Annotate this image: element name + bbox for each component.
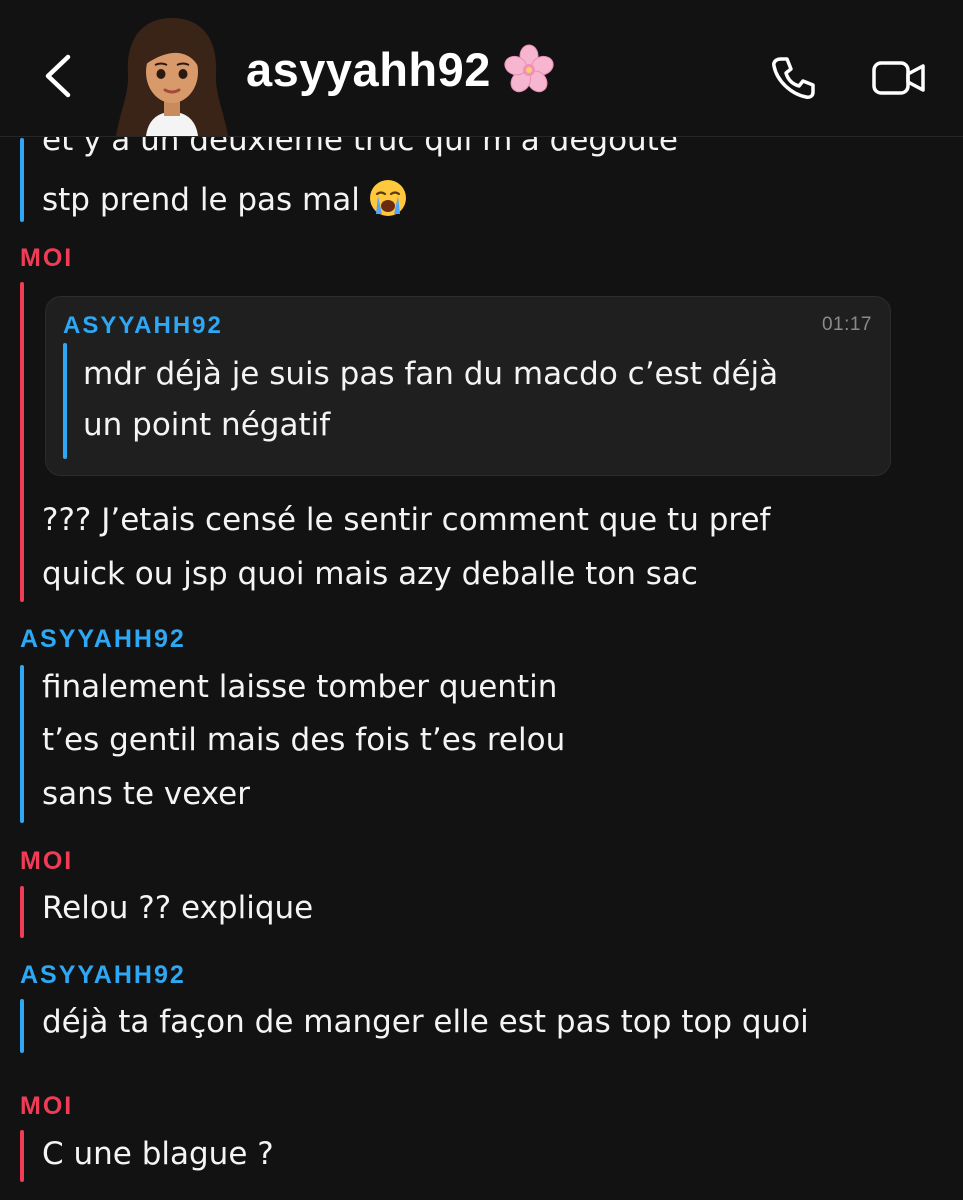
avatar[interactable] [112, 12, 232, 136]
message-bar-me [20, 1130, 24, 1182]
message-line: quick ou jsp quoi mais azy deballe ton s… [42, 556, 698, 592]
quoted-line: un point négatif [83, 407, 331, 443]
video-camera-icon [872, 61, 925, 95]
message-bar-me [20, 282, 24, 602]
quoted-line: mdr déjà je suis pas fan du macdo c’est … [83, 356, 779, 392]
message-line: déjà ta façon de manger elle est pas top… [42, 1004, 809, 1040]
call-button[interactable] [764, 50, 822, 106]
bitmoji-avatar-icon [116, 18, 228, 136]
chat-screen: et y a un deuxième truc qui m'a dégoûté … [0, 0, 963, 1200]
contact-name[interactable]: asyyahh92 [246, 42, 555, 97]
cherry-blossom-icon [504, 44, 554, 92]
contact-name-text: asyyahh92 [246, 43, 491, 96]
message-bar-them [20, 665, 24, 823]
loudly-crying-face-icon [369, 180, 406, 216]
message-line: finalement laisse tomber quentin [42, 669, 558, 705]
sender-label-them: ASYYAHH92 [20, 625, 186, 653]
message-bar-them [20, 999, 24, 1053]
message-line: stp prend le pas mal [42, 178, 408, 218]
quoted-bar [63, 343, 67, 459]
message-line: C une blague ? [42, 1136, 274, 1172]
sender-label-me: MOI [20, 244, 74, 272]
quoted-sender-label: ASYYAHH92 [63, 312, 223, 339]
message-text: stp prend le pas mal [42, 182, 360, 218]
message-line: ??? J’etais censé le sentir comment que … [42, 502, 771, 538]
sender-label-me: MOI [20, 847, 74, 875]
phone-icon [772, 57, 815, 99]
back-button[interactable] [30, 46, 86, 106]
sender-label-me: MOI [20, 1092, 74, 1120]
quoted-reply[interactable]: ASYYAHH92 01:17 mdr déjà je suis pas fan… [45, 296, 891, 476]
message-line: t’es gentil mais des fois t’es relou [42, 722, 566, 758]
video-call-button[interactable] [868, 52, 930, 104]
message-bar-them [20, 138, 24, 222]
message-bar-me [20, 886, 24, 938]
chevron-left-icon [45, 54, 71, 98]
sender-label-them: ASYYAHH92 [20, 961, 186, 989]
message-line: sans te vexer [42, 776, 250, 812]
quoted-timestamp: 01:17 [821, 314, 872, 335]
chat-header: asyyahh92 [0, 0, 963, 137]
message-line: Relou ?? explique [42, 890, 314, 926]
